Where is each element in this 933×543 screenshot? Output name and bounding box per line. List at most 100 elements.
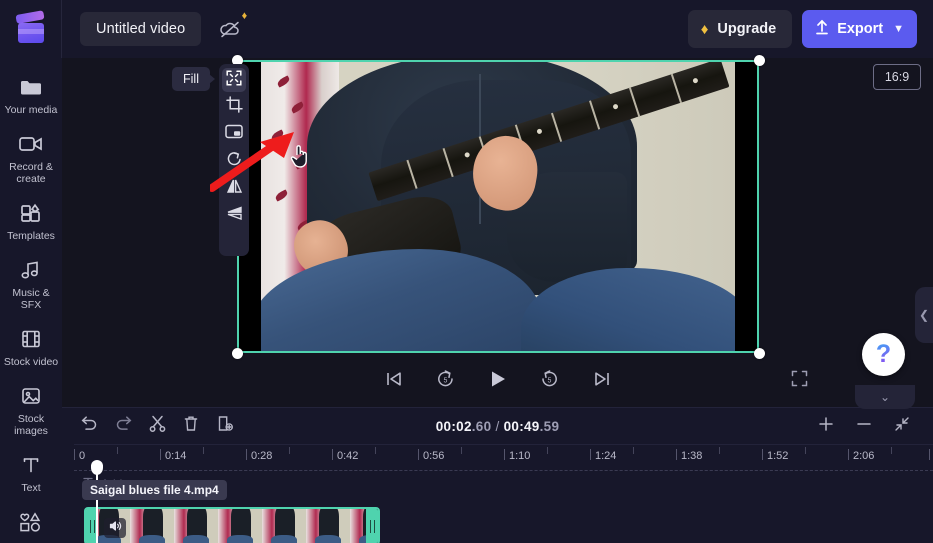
video-frame [261, 60, 735, 353]
upload-icon [815, 19, 829, 39]
undo-button[interactable] [74, 413, 104, 439]
crop-icon [226, 96, 243, 118]
timeline-zoom-controls [811, 413, 921, 439]
total-time: 00:49 [504, 419, 540, 434]
clip-name-label: Saigal blues file 4.mp4 [90, 483, 219, 497]
rewind-5-icon: 5 [436, 369, 455, 393]
flip-horizontal-tool-button[interactable] [222, 176, 246, 200]
sidebar-label: Stock video [4, 356, 58, 368]
fullscreen-icon [791, 370, 808, 392]
sidebar-item-shapes[interactable] [0, 501, 62, 543]
duplicate-button[interactable] [210, 413, 240, 439]
forward-5-icon: 5 [540, 369, 559, 393]
fill-tooltip: Fill [172, 67, 210, 91]
timeline-ruler[interactable]: 0 0:14 0:28 0:42 0:56 1:10 1:24 1:38 1:5… [74, 444, 933, 470]
play-icon [488, 369, 508, 394]
chevron-down-icon: ▼ [893, 23, 904, 35]
aspect-ratio-label: 16:9 [885, 70, 909, 84]
fit-to-screen-button[interactable] [887, 413, 917, 439]
timeline-clip[interactable] [84, 507, 380, 543]
panel-expand-tab[interactable]: ⌄ [855, 385, 915, 409]
left-sidebar: Your media Record & create Templates [0, 58, 62, 543]
sidebar-label: Record & create [2, 161, 60, 185]
skip-to-start-button[interactable] [381, 368, 407, 394]
film-strip-icon [20, 327, 42, 351]
clip-volume-button[interactable] [104, 518, 126, 538]
cloud-off-icon[interactable]: ♦ [215, 14, 245, 44]
delete-button[interactable] [176, 413, 206, 439]
play-button[interactable] [485, 368, 511, 394]
aspect-ratio-badge[interactable]: 16:9 [873, 64, 921, 90]
project-title-input[interactable]: Untitled video [80, 12, 201, 46]
playhead-knob[interactable] [91, 460, 103, 475]
redo-icon [115, 416, 132, 436]
timeline-panel: 00:02.60 / 00:49.59 [62, 407, 933, 543]
skip-to-end-icon [593, 371, 611, 392]
svg-text:5: 5 [444, 377, 448, 384]
text-t-icon [21, 453, 41, 477]
pointing-hand-cursor [290, 144, 310, 169]
scissors-icon [149, 415, 166, 437]
timeline-tracks: Add text [74, 470, 933, 543]
video-canvas[interactable] [237, 60, 759, 353]
zoom-out-button[interactable] [849, 413, 879, 439]
help-button[interactable]: ? [862, 333, 905, 376]
fit-to-screen-icon [894, 416, 910, 437]
topbar-actions: ♦ Upgrade Export ▼ [688, 10, 933, 48]
templates-icon [20, 201, 42, 225]
current-time-frames: .60 [472, 419, 492, 434]
sidebar-label: Stock images [2, 413, 60, 437]
rotate-icon [226, 150, 243, 172]
sidebar-item-your-media[interactable]: Your media [0, 66, 62, 123]
question-mark-icon: ? [876, 342, 891, 367]
image-tool-rail [219, 64, 249, 256]
upgrade-label: Upgrade [717, 21, 776, 37]
zoom-in-button[interactable] [811, 413, 841, 439]
sidebar-label: Text [21, 482, 40, 494]
fill-tool-button[interactable] [222, 68, 246, 92]
svg-text:5: 5 [548, 377, 552, 384]
crop-tool-button[interactable] [222, 95, 246, 119]
sidebar-item-stock-video[interactable]: Stock video [0, 318, 62, 375]
sidebar-label: Music & SFX [2, 287, 60, 311]
gem-icon: ♦ [701, 22, 709, 37]
sidebar-item-text[interactable]: Text [0, 444, 62, 501]
speaker-icon [109, 519, 122, 537]
track-divider [74, 470, 933, 471]
picture-in-picture-tool-button[interactable] [222, 122, 246, 146]
flip-horizontal-icon [226, 178, 243, 199]
trash-icon [183, 415, 199, 437]
right-panel-collapse-handle[interactable]: ❮ [915, 287, 933, 343]
upgrade-button[interactable]: ♦ Upgrade [688, 10, 792, 48]
flip-vertical-tool-button[interactable] [222, 203, 246, 227]
undo-icon [81, 416, 98, 436]
project-title-text: Untitled video [96, 21, 185, 37]
flip-vertical-icon [226, 205, 243, 226]
clip-trim-handle-right[interactable] [366, 509, 378, 543]
app-logo[interactable] [0, 0, 62, 58]
camera-icon [18, 132, 44, 156]
sidebar-label: Your media [5, 104, 58, 116]
sidebar-item-stock-images[interactable]: Stock images [0, 375, 62, 444]
split-button[interactable] [142, 413, 172, 439]
export-button[interactable]: Export ▼ [802, 10, 917, 48]
redo-button[interactable] [108, 413, 138, 439]
crown-icon: ♦ [242, 11, 248, 22]
sidebar-item-record-create[interactable]: Record & create [0, 123, 62, 192]
pip-icon [225, 124, 243, 144]
total-time-frames: .59 [540, 419, 560, 434]
fullscreen-button[interactable] [787, 369, 811, 393]
current-time: 00:02 [436, 419, 472, 434]
sidebar-item-templates[interactable]: Templates [0, 192, 62, 249]
rewind-5-button[interactable]: 5 [433, 368, 459, 394]
plus-icon [818, 416, 834, 437]
skip-to-end-button[interactable] [589, 368, 615, 394]
top-bar: Untitled video ♦ ♦ Upgrade Export [0, 0, 933, 58]
rotate-tool-button[interactable] [222, 149, 246, 173]
clip-name-tooltip: Saigal blues file 4.mp4 [82, 480, 227, 500]
time-separator: / [491, 419, 503, 434]
forward-5-button[interactable]: 5 [537, 368, 563, 394]
resize-handle-top-right[interactable] [754, 55, 765, 66]
music-note-icon [20, 258, 42, 282]
sidebar-item-music-sfx[interactable]: Music & SFX [0, 249, 62, 318]
